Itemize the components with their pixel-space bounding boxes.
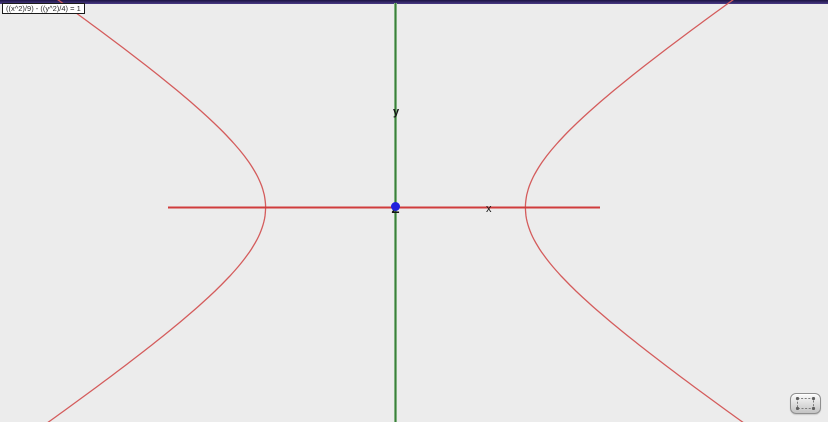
fit-view-button[interactable] bbox=[790, 393, 821, 414]
zoom-to-fit-icon bbox=[795, 397, 816, 410]
hyperbola-right-branch[interactable] bbox=[525, 0, 744, 422]
x-axis-label: x bbox=[486, 203, 492, 215]
origin-point[interactable] bbox=[391, 202, 400, 211]
y-axis-label: y bbox=[393, 106, 400, 118]
plot-area: xyZ bbox=[0, 0, 828, 422]
graph-canvas[interactable]: xyZ bbox=[0, 0, 828, 422]
equation-tag[interactable]: ((x^2)/9) - ((y^2)/4) = 1 bbox=[2, 3, 85, 14]
hyperbola-left-branch[interactable] bbox=[47, 0, 266, 422]
equation-tag-text: ((x^2)/9) - ((y^2)/4) = 1 bbox=[6, 4, 81, 13]
